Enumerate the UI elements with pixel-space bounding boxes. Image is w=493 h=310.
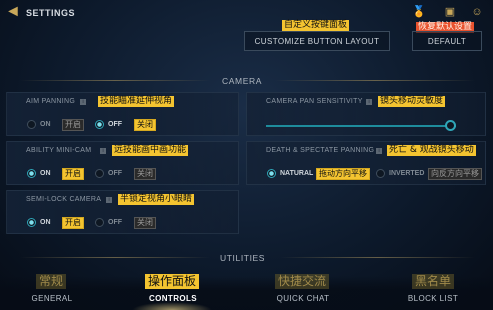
tab-block-list-annotation: 黑名单 xyxy=(412,274,455,289)
aim-panning-on-label: ON xyxy=(40,121,51,128)
aim-panning-off-label: OFF xyxy=(108,121,122,128)
death-panning-natural-radio[interactable] xyxy=(267,169,276,178)
ability-minicam-annotation: 远技能画中画功能 xyxy=(112,145,189,156)
divider xyxy=(275,80,475,81)
customize-button-layout-button[interactable]: CUSTOMIZE BUTTON LAYOUT xyxy=(244,31,390,51)
tab-general[interactable]: GENERAL xyxy=(22,294,82,303)
ability-minicam-on-tag: 开启 xyxy=(62,168,84,180)
chat-icon[interactable]: ▣ xyxy=(443,6,457,19)
info-icon[interactable]: i xyxy=(80,99,86,105)
tab-quick-chat-annotation: 快捷交流 xyxy=(275,274,330,289)
death-panning-label: DEATH & SPECTATE PANNING xyxy=(266,147,375,154)
ability-minicam-off-radio[interactable] xyxy=(95,169,104,178)
section-camera: CAMERA xyxy=(222,76,262,86)
tab-controls[interactable]: CONTROLS xyxy=(140,294,206,303)
tab-quick-chat[interactable]: QUICK CHAT xyxy=(266,294,340,303)
pan-sensitivity-annotation: 镜头移动灵敏度 xyxy=(378,96,446,107)
divider xyxy=(20,257,210,258)
death-panning-natural-tag: 拖动方向平移 xyxy=(316,168,370,180)
section-utilities: UTILITIES xyxy=(220,253,266,263)
aim-panning-label: AIM PANNING xyxy=(26,98,76,105)
aim-panning-on-radio[interactable] xyxy=(27,120,36,129)
ability-minicam-on-radio[interactable] xyxy=(27,169,36,178)
default-button[interactable]: DEFAULT xyxy=(412,31,482,51)
death-panning-inverted-radio[interactable] xyxy=(376,169,385,178)
death-panning-inverted-tag: 向反方向平移 xyxy=(428,168,482,180)
ability-minicam-off-tag: 关闭 xyxy=(134,168,156,180)
ability-minicam-off-label: OFF xyxy=(108,170,122,177)
aim-panning-off-tag: 关闭 xyxy=(134,119,156,131)
pan-sensitivity-slider[interactable] xyxy=(266,125,456,127)
semi-lock-off-label: OFF xyxy=(108,219,122,226)
pan-sensitivity-slider-handle[interactable] xyxy=(444,120,456,131)
active-tab-glow xyxy=(132,302,212,310)
ability-minicam-label: ABILITY MINI-CAM xyxy=(26,147,92,154)
customize-annotation: 自定义按键面板 xyxy=(282,20,350,31)
divider xyxy=(280,257,475,258)
info-icon[interactable]: i xyxy=(106,197,112,203)
friends-icon[interactable]: ☺ xyxy=(470,6,484,19)
info-icon[interactable]: i xyxy=(366,99,372,105)
info-icon[interactable]: i xyxy=(376,148,382,154)
back-arrow-icon[interactable]: ◄ xyxy=(5,4,21,20)
aim-panning-on-tag: 开启 xyxy=(62,119,84,131)
tab-block-list[interactable]: BLOCK LIST xyxy=(398,294,468,303)
death-panning-natural-label: NATURAL xyxy=(280,170,314,177)
ability-minicam-on-label: ON xyxy=(40,170,51,177)
semi-lock-on-radio[interactable] xyxy=(27,218,36,227)
page-title: SETTINGS xyxy=(26,8,76,18)
semi-lock-off-radio[interactable] xyxy=(95,218,104,227)
pan-sensitivity-label: CAMERA PAN SENSITIVITY xyxy=(266,98,363,105)
semi-lock-off-tag: 关闭 xyxy=(134,217,156,229)
semi-lock-annotation: 半锁定视角小眼睛 xyxy=(118,194,195,205)
death-panning-annotation: 死亡 & 观战镜头移动 xyxy=(387,145,476,156)
tab-general-annotation: 常规 xyxy=(36,274,67,289)
aim-panning-annotation: 技能瞄准延伸视角 xyxy=(98,96,175,107)
semi-lock-on-tag: 开启 xyxy=(62,217,84,229)
divider xyxy=(20,80,210,81)
badge-icon[interactable]: 🏅 xyxy=(412,6,426,19)
death-panning-inverted-label: INVERTED xyxy=(389,170,425,177)
aim-panning-off-radio[interactable] xyxy=(95,120,104,129)
tab-controls-annotation: 操作面板 xyxy=(145,274,200,289)
semi-lock-on-label: ON xyxy=(40,219,51,226)
info-icon[interactable]: i xyxy=(100,148,106,154)
semi-lock-label: SEMI-LOCK CAMERA xyxy=(26,196,102,203)
